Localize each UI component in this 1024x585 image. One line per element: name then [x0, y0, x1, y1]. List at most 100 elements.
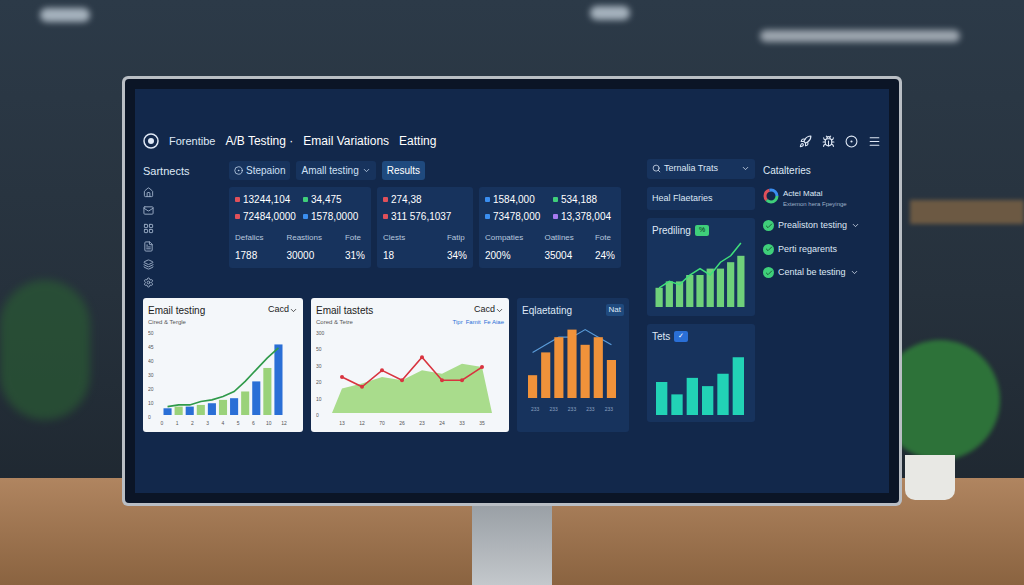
svg-text:10: 10 — [316, 395, 322, 401]
chart-select[interactable]: Cacd — [474, 303, 504, 317]
feature-button[interactable]: Heal Flaetaries — [647, 187, 755, 211]
metric: Compaties200% — [485, 232, 523, 263]
color-dot — [235, 214, 240, 219]
svg-text:50: 50 — [148, 330, 154, 336]
sidebar: Sartnects — [143, 159, 223, 288]
svg-text:26: 26 — [399, 420, 405, 426]
svg-text:6: 6 — [252, 420, 255, 426]
metric: Defalics1788 — [235, 232, 263, 263]
tab-bar: Stepaion Amall testing Results — [229, 159, 639, 181]
logo-icon — [143, 133, 159, 149]
metric: Fote24% — [595, 232, 615, 263]
tab[interactable]: Results — [382, 161, 425, 180]
color-dot — [553, 214, 558, 219]
color-dot — [235, 197, 240, 202]
bar-line-chart: 504540302010001234561012 — [148, 327, 288, 427]
badge: ✓ — [674, 331, 688, 342]
svg-text:12: 12 — [281, 420, 287, 426]
search-icon — [652, 164, 661, 173]
svg-text:12: 12 — [359, 420, 365, 426]
color-dot — [383, 214, 388, 219]
sidebar-item-icon[interactable] — [143, 223, 154, 234]
sidebar-item-icon[interactable] — [143, 241, 154, 252]
brand: Forentibe — [169, 133, 215, 150]
stat-value: 534,188 — [553, 192, 615, 207]
category-item[interactable]: Perti regarents — [763, 243, 881, 257]
stat-card: 13244,104 34,475 72484,0000 1578,0000 Defali… — [229, 187, 371, 268]
prediling-card: Prediling% — [647, 218, 755, 316]
header: Forentibe A/B Testing · Email Variations Ea… — [143, 129, 881, 153]
svg-text:5: 5 — [237, 420, 240, 426]
category-item[interactable]: Cental be testing — [763, 266, 881, 280]
legend-item: Tipr — [453, 318, 463, 327]
chart-select[interactable]: Nat — [606, 304, 624, 316]
office-photo: Forentibe A/B Testing · Email Variations Ea… — [0, 0, 1024, 585]
svg-text:30: 30 — [148, 372, 154, 378]
svg-text:233: 233 — [568, 406, 577, 412]
chart-select[interactable]: Cacd — [268, 303, 298, 317]
color-dot — [553, 197, 558, 202]
chevron-icon — [289, 306, 298, 315]
sidebar-item-icon[interactable] — [143, 259, 154, 270]
donut-icon — [763, 188, 779, 204]
chart-title: Email testing — [148, 303, 205, 318]
badge: % — [695, 225, 709, 236]
chart-subtitle: Cored & Tetre — [316, 318, 353, 327]
bug-icon[interactable] — [822, 135, 835, 148]
monitor: Forentibe A/B Testing · Email Variations Ea… — [122, 76, 902, 506]
svg-text:300: 300 — [316, 330, 325, 336]
breadcrumb[interactable]: Email Variations — [303, 132, 389, 150]
chart-title: Email tastets — [316, 303, 373, 318]
breadcrumb[interactable]: A/B Testing · — [225, 132, 293, 150]
svg-text:35: 35 — [479, 420, 485, 426]
category-item[interactable]: Prealiston testing — [763, 219, 881, 233]
area-line-chart: 3005030201001312702623243335 — [316, 327, 496, 427]
stat-card: 274,38311 576,1037Clests18Fatip34% — [377, 187, 473, 268]
color-dot — [383, 197, 388, 202]
color-dot — [303, 197, 308, 202]
tab[interactable]: Amall testing — [296, 161, 375, 180]
featured-item[interactable]: Actel MatalExtemon hera Fpeyinge — [763, 188, 881, 209]
chart-card: Email tastetsCacdCored & TetreTiprFamitF… — [311, 298, 509, 432]
svg-text:20: 20 — [316, 379, 322, 385]
monitor-stand — [472, 506, 552, 585]
tab-icon — [234, 166, 243, 175]
metric: Clests18 — [383, 232, 405, 263]
bar-line-chart: 233233233233233 — [522, 318, 622, 413]
ceiling-light — [760, 30, 960, 42]
chart-row: Email testingCacdCired & Tergle504540302… — [143, 298, 639, 432]
breadcrumb[interactable]: Eatting — [399, 132, 436, 150]
sidebar-item-icon[interactable] — [143, 205, 154, 216]
svg-text:70: 70 — [379, 420, 385, 426]
color-dot — [303, 214, 308, 219]
sidebar-item-icon[interactable] — [143, 277, 154, 288]
stat-value: 73478,000 — [485, 209, 547, 224]
categories-panel: Catalteries Actel MatalExtemon hera Fpeyi… — [763, 159, 881, 485]
svg-text:23: 23 — [419, 420, 425, 426]
color-dot — [485, 214, 490, 219]
menu-icon[interactable] — [868, 135, 881, 148]
svg-text:50: 50 — [316, 346, 322, 352]
plant-left — [0, 280, 90, 420]
screen: Forentibe A/B Testing · Email Variations Ea… — [135, 89, 889, 493]
status-icon[interactable] — [845, 135, 858, 148]
panel-title: Catalteries — [763, 163, 881, 178]
svg-text:0: 0 — [148, 414, 151, 420]
shelf — [910, 200, 1024, 224]
stat-value: 34,475 — [303, 192, 365, 207]
stat-value: 72484,0000 — [235, 209, 297, 224]
sidebar-item-icon[interactable] — [143, 187, 154, 198]
stat-value: 311 576,1037 — [383, 209, 467, 224]
stat-value: 1584,000 — [485, 192, 547, 207]
stat-row: 13244,104 34,475 72484,0000 1578,0000 Defali… — [229, 187, 639, 268]
svg-text:0: 0 — [161, 420, 164, 426]
tab[interactable]: Stepaion — [229, 161, 290, 180]
metric: Fote31% — [345, 232, 365, 263]
svg-text:233: 233 — [605, 406, 614, 412]
svg-text:13: 13 — [339, 420, 345, 426]
rocket-icon[interactable] — [799, 135, 812, 148]
stat-value: 13244,104 — [235, 192, 297, 207]
svg-text:233: 233 — [549, 406, 558, 412]
search-field[interactable]: Ternalia Trats — [647, 159, 755, 179]
stat-value: 1578,0000 — [303, 209, 365, 224]
